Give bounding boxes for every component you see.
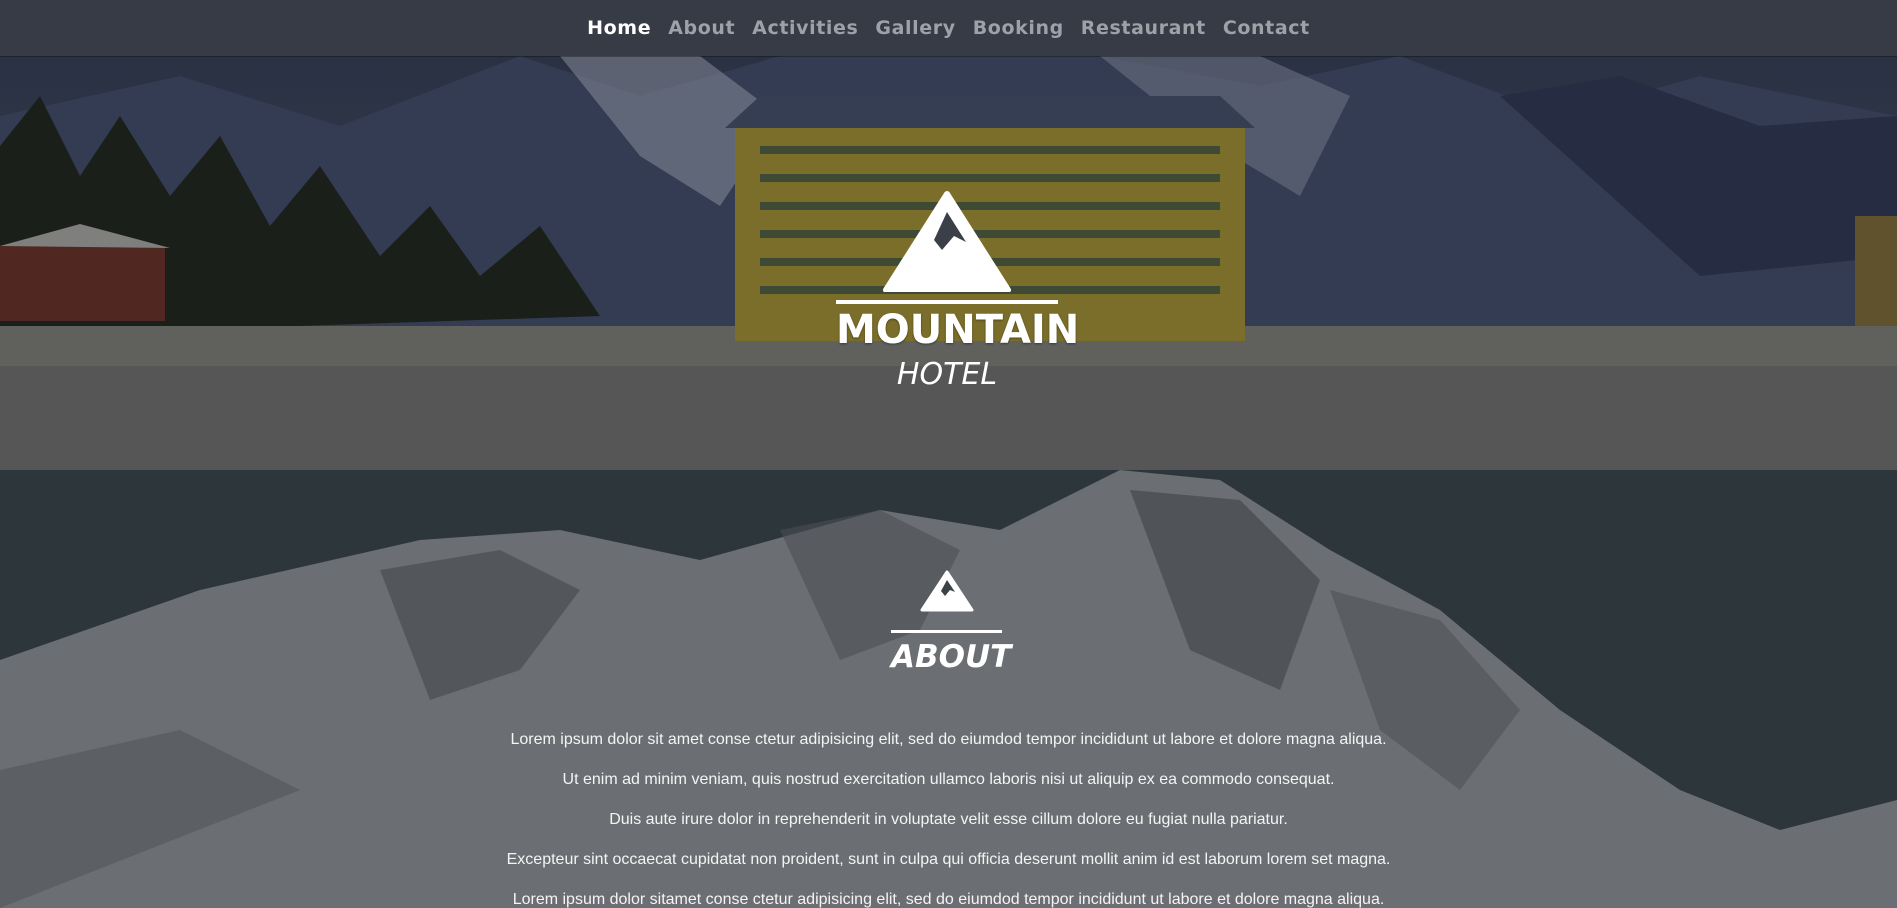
- nav-about[interactable]: About: [668, 17, 735, 39]
- about-divider: [891, 630, 1002, 633]
- mountain-peak-icon: [920, 570, 973, 612]
- hero-subtitle: HOTEL: [896, 357, 998, 392]
- about-paragraph-5: Lorem ipsum dolor sitamet conse ctetur a…: [512, 891, 1385, 908]
- hero-section: MOUNTAIN HOTEL: [0, 56, 1897, 470]
- about-paragraph-1: Lorem ipsum dolor sit amet conse ctetur …: [510, 731, 1387, 748]
- about-paragraph-2: Ut enim ad minim veniam, quis nostrud ex…: [562, 771, 1335, 788]
- about-paragraph-3: Duis aute irure dolor in reprehenderit i…: [609, 811, 1288, 828]
- nav-booking[interactable]: Booking: [973, 17, 1064, 39]
- hero-title: MOUNTAIN: [836, 307, 1080, 353]
- about-title: ABOUT: [891, 639, 1012, 675]
- about-paragraph-4: Excepteur sint occaecat cupidatat non pr…: [506, 851, 1391, 868]
- about-section: ABOUT Lorem ipsum dolor sit amet conse c…: [0, 470, 1897, 908]
- mountain-peak-icon: [883, 191, 1011, 292]
- about-logo: ABOUT: [891, 570, 1012, 677]
- nav-gallery[interactable]: Gallery: [875, 17, 955, 39]
- hero-logo: MOUNTAIN HOTEL: [836, 190, 1080, 392]
- hero-divider: [836, 300, 1058, 304]
- nav-home[interactable]: Home: [587, 17, 651, 39]
- nav-contact[interactable]: Contact: [1223, 17, 1310, 39]
- about-text: Lorem ipsum dolor sit amet conse ctetur …: [0, 730, 1897, 908]
- main-nav: Home About Activities Gallery Booking Re…: [0, 0, 1897, 56]
- nav-restaurant[interactable]: Restaurant: [1081, 17, 1206, 39]
- nav-activities[interactable]: Activities: [752, 17, 858, 39]
